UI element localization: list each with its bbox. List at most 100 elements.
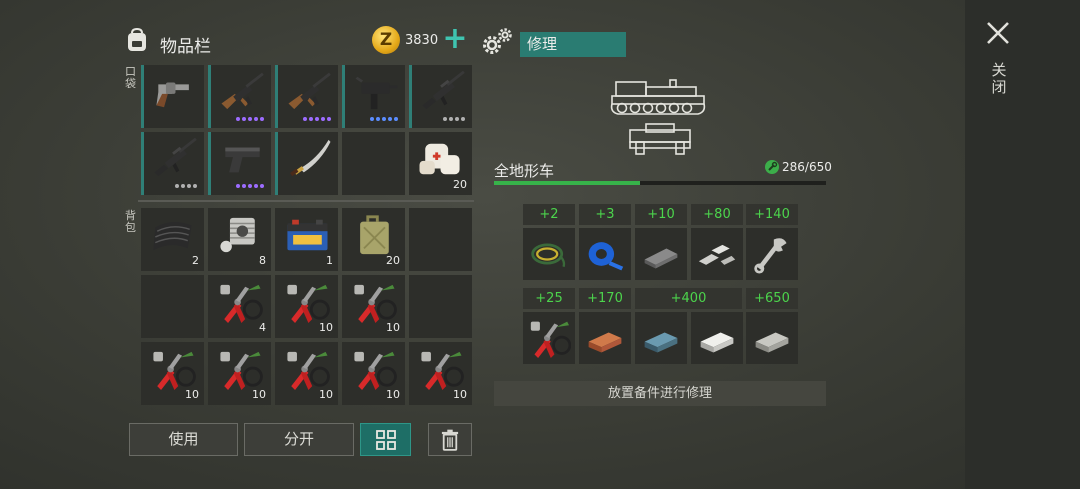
quality-dots: [443, 117, 465, 122]
repair-material-slot[interactable]: [523, 312, 575, 364]
trash-icon: [441, 429, 459, 451]
quality-dots: [370, 117, 398, 122]
ak-rifle-icon: [284, 71, 335, 113]
quality-dot: [449, 117, 453, 121]
backpack-slot[interactable]: 10: [342, 342, 405, 405]
repair-hint: 放置备件进行修理: [494, 381, 826, 406]
repair-material-slot[interactable]: [579, 228, 631, 280]
quality-dot: [193, 184, 197, 188]
backpack-slot[interactable]: [141, 275, 204, 338]
repair-tools-icon: [415, 348, 466, 390]
tab-repair[interactable]: 修理: [520, 32, 626, 57]
durability-bar-fill: [494, 181, 641, 185]
repair-tools-icon: [147, 348, 198, 390]
item-quantity: 20: [453, 178, 467, 191]
repair-material-slot[interactable]: [746, 228, 798, 280]
repair-material-slot[interactable]: [691, 312, 743, 364]
repair-material-slot[interactable]: [635, 228, 687, 280]
backpack-slot[interactable]: 4: [208, 275, 271, 338]
add-coins-button[interactable]: +: [442, 24, 468, 54]
pocket-slot[interactable]: [208, 132, 271, 195]
quality-dot: [315, 117, 319, 121]
backpack-slot[interactable]: 10: [275, 342, 338, 405]
item-quantity: 10: [386, 321, 400, 334]
backpack-slot[interactable]: 8: [208, 208, 271, 271]
backpack-label: 背包: [125, 209, 136, 234]
repair-material-slot[interactable]: [691, 228, 743, 280]
item-quantity: 10: [319, 321, 333, 334]
quality-dot: [455, 117, 459, 121]
coin-icon: Z: [372, 26, 400, 54]
pocket-slot[interactable]: [275, 65, 338, 128]
trash-button[interactable]: [428, 423, 472, 456]
repair-tools-icon: [214, 348, 265, 390]
backpack-slot[interactable]: 10: [342, 275, 405, 338]
engine-cylinder-icon: [214, 214, 265, 256]
ak-rifle-icon: [217, 71, 268, 113]
item-quantity: 2: [192, 254, 199, 267]
quality-dot: [303, 117, 307, 121]
car-battery-icon: [281, 214, 332, 256]
sort-grid-button[interactable]: [360, 423, 411, 456]
item-quantity: 8: [259, 254, 266, 267]
repair-bonus-label: +650: [746, 288, 798, 309]
pocket-slot[interactable]: [409, 65, 472, 128]
backpack-slot[interactable]: 10: [141, 342, 204, 405]
quality-dot: [376, 117, 380, 121]
repair-tools-icon: [348, 281, 399, 323]
quality-dot: [248, 184, 252, 188]
pocket-slot[interactable]: [141, 132, 204, 195]
repair-bonus-label: +2: [523, 204, 575, 225]
close-icon[interactable]: [985, 20, 1011, 46]
pocket-slot[interactable]: [275, 132, 338, 195]
coin-count: 3830: [405, 33, 439, 48]
close-label[interactable]: 关闭: [989, 62, 1009, 96]
backpack-slot[interactable]: 10: [409, 342, 472, 405]
backpack-slot[interactable]: 1: [275, 208, 338, 271]
gears-icon: [483, 28, 512, 54]
quality-dot: [388, 117, 392, 121]
durability-bar: [494, 181, 826, 185]
repair-tools-icon: [214, 281, 265, 323]
quality-dot: [236, 184, 240, 188]
backpack-slot[interactable]: [409, 275, 472, 338]
uzi-icon: [351, 71, 402, 113]
pocket-slot[interactable]: 20: [409, 132, 472, 195]
quality-dot: [236, 117, 240, 121]
repair-bonus-label: +10: [635, 204, 687, 225]
quality-dot: [175, 184, 179, 188]
grid-view-icon: [375, 430, 396, 450]
split-button[interactable]: 分开: [244, 423, 354, 456]
quality-dots: [175, 184, 197, 189]
item-quantity: 1: [326, 254, 333, 267]
pocket-slot[interactable]: [208, 65, 271, 128]
quality-dot: [254, 117, 258, 121]
quality-dot: [461, 117, 465, 121]
quality-dot: [327, 117, 331, 121]
quality-dot: [260, 184, 264, 188]
durability-value: 286/650: [782, 160, 832, 174]
pocket-slot[interactable]: [342, 65, 405, 128]
quality-dot: [394, 117, 398, 121]
repair-material-slot[interactable]: [635, 312, 687, 364]
right-sidebar: [965, 0, 1080, 489]
backpack-slot[interactable]: 20: [342, 208, 405, 271]
item-quantity: 20: [386, 254, 400, 267]
pocket-slot[interactable]: [342, 132, 405, 195]
quality-dot: [309, 117, 313, 121]
backpack-slot[interactable]: 2: [141, 208, 204, 271]
repair-material-slot[interactable]: [579, 312, 631, 364]
repair-material-slot[interactable]: [523, 228, 575, 280]
use-button[interactable]: 使用: [129, 423, 238, 456]
backpack-slot[interactable]: 10: [208, 342, 271, 405]
quality-dot: [260, 117, 264, 121]
repair-material-slot[interactable]: [746, 312, 798, 364]
backpack-slot[interactable]: 10: [275, 275, 338, 338]
rubber-sheet-icon: [147, 214, 198, 256]
item-quantity: 10: [386, 388, 400, 401]
pocket-slot[interactable]: [141, 65, 204, 128]
item-quantity: 10: [252, 388, 266, 401]
m16-rifle-icon: [150, 137, 201, 180]
backpack-slot[interactable]: [409, 208, 472, 271]
quality-dot: [181, 184, 185, 188]
